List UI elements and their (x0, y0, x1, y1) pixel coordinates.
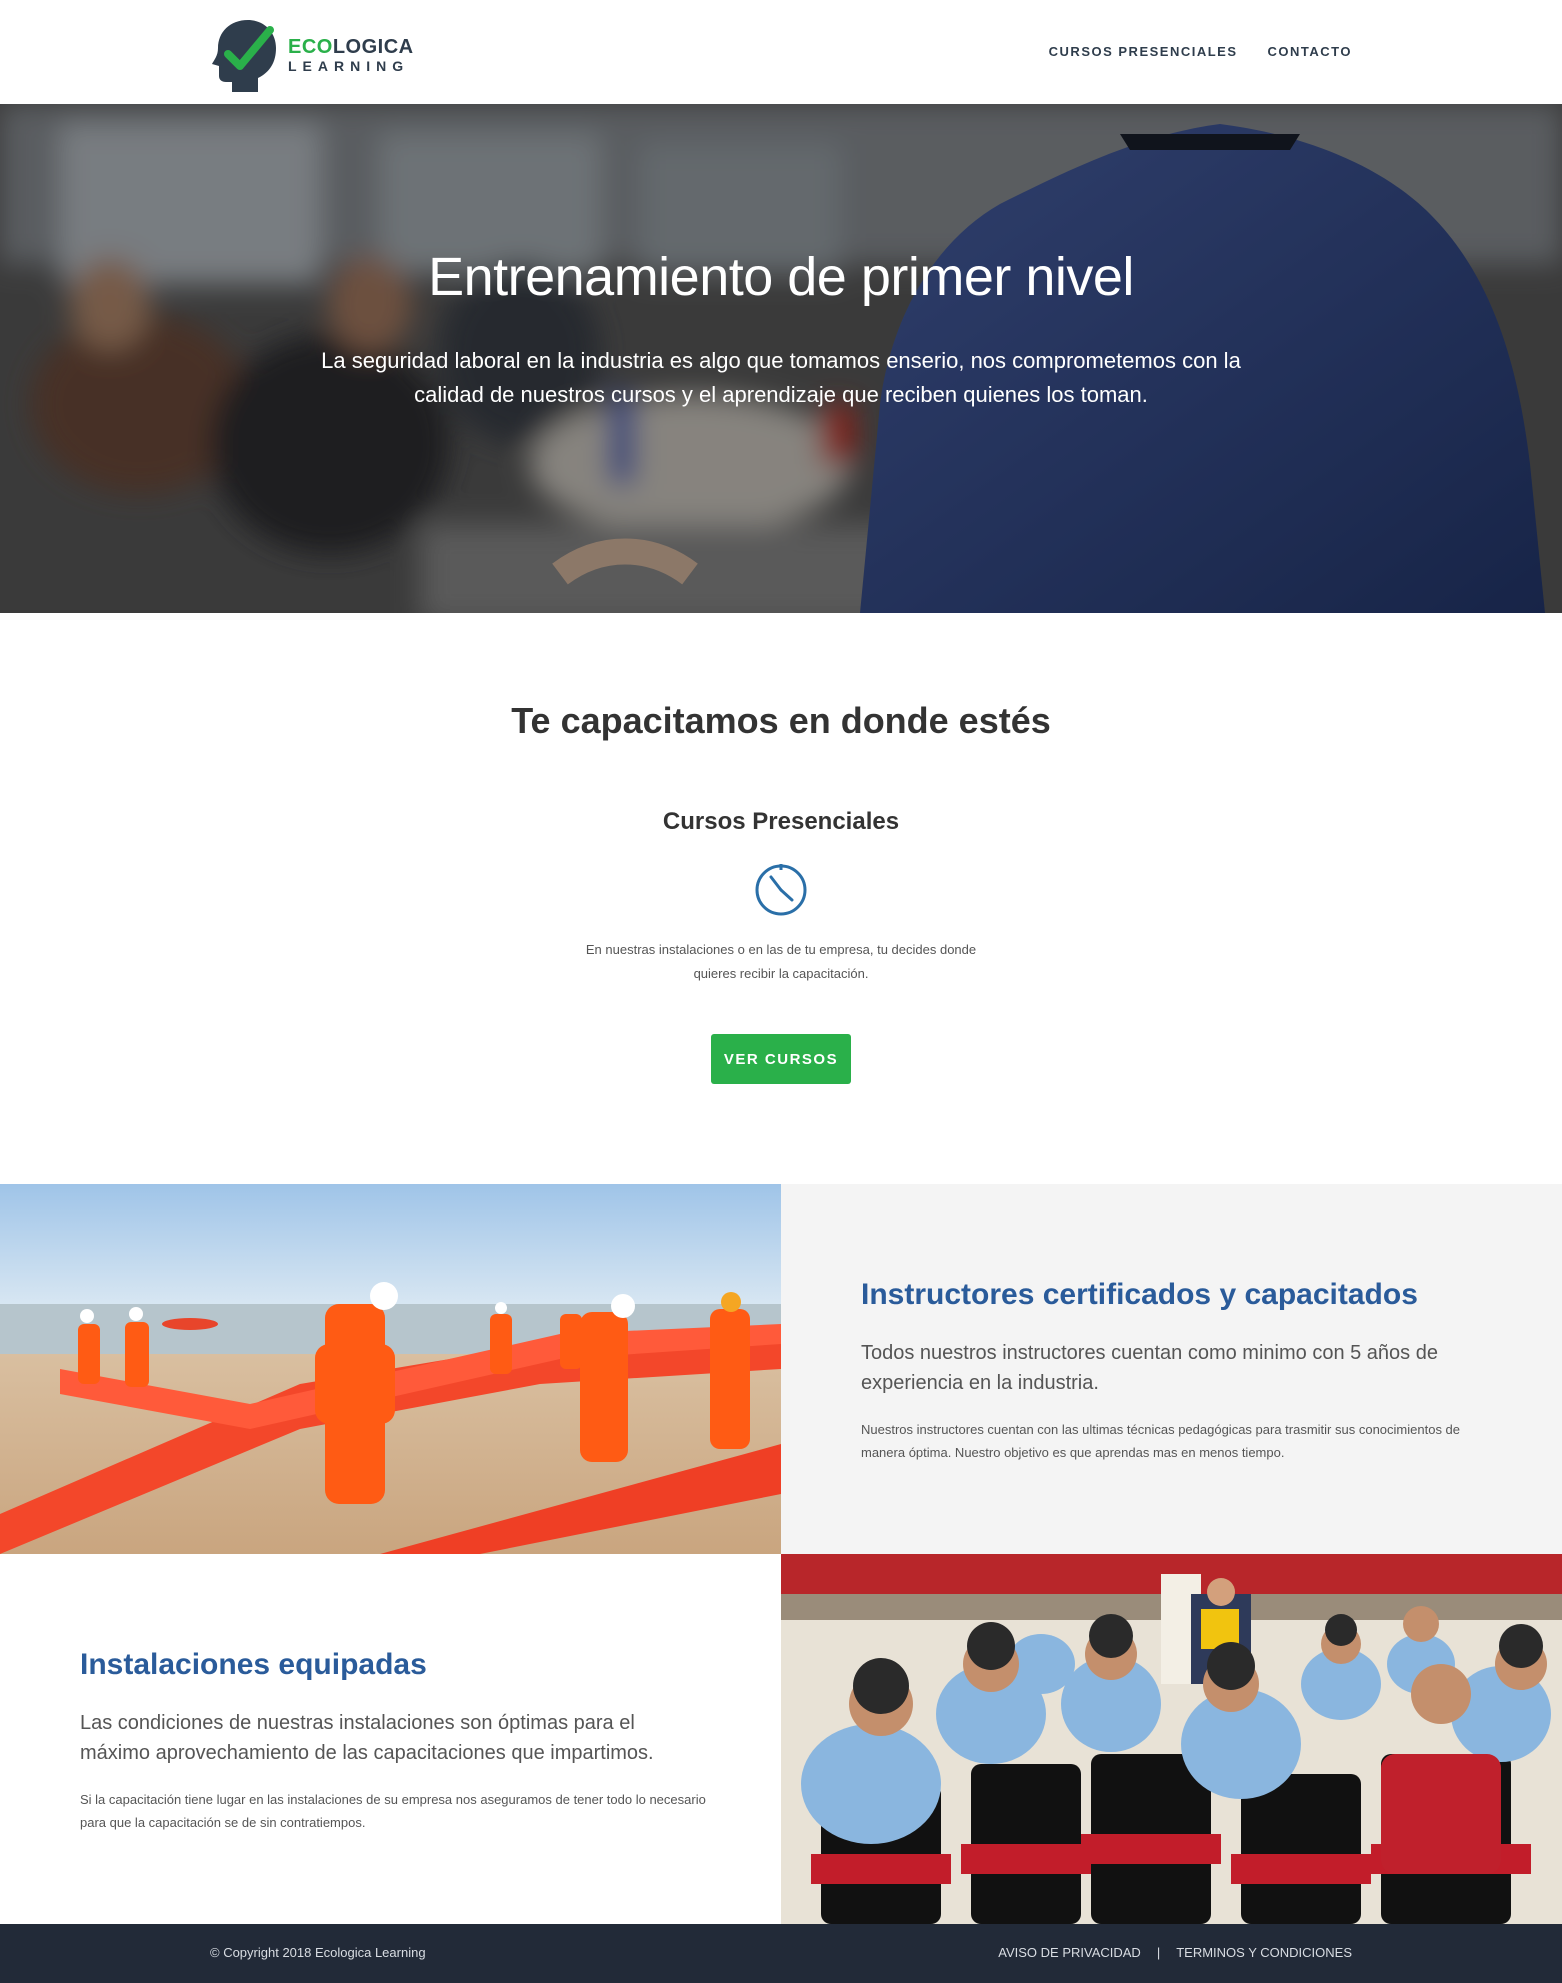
logo-logica: LOGICA (332, 36, 414, 58)
facilities-lead: Las condiciones de nuestras instalacione… (80, 1712, 654, 1764)
footer-separator: | (1156, 1945, 1161, 1960)
hero-banner: Entrenamiento de primer nivel La segurid… (0, 104, 1562, 613)
head-check-logo-icon (212, 20, 276, 92)
instructors-text: Nuestros instructores cuentan con las ul… (861, 1422, 1461, 1460)
main-nav: CURSOS PRESENCIALES CONTACTO (1049, 44, 1352, 59)
course-type-title: Cursos Presenciales (662, 808, 900, 835)
logo-learning: LEARNING (288, 58, 410, 74)
footer-links: AVISO DE PRIVACIDAD | TERMINOS Y CONDICI… (998, 1945, 1352, 1960)
privacy-link[interactable]: AVISO DE PRIVACIDAD (998, 1945, 1141, 1960)
nav-contacto[interactable]: CONTACTO (1268, 44, 1352, 59)
logo-eco: ECO (288, 36, 333, 58)
classroom-image (781, 1554, 1562, 1924)
site-footer: © Copyright 2018 Ecologica Learning AVIS… (0, 1924, 1562, 1983)
logo[interactable]: ECOLOGICA LEARNING (210, 16, 414, 94)
hero-description: La seguridad laboral en la industria es … (321, 348, 1241, 407)
instructors-lead: Todos nuestros instructores cuentan como… (861, 1342, 1438, 1394)
logo-text: ECOLOGICA LEARNING (288, 36, 414, 74)
workers-beach-image (0, 1184, 781, 1554)
instructors-title: Instructores certificados y capacitados (861, 1278, 1418, 1311)
facilities-text: Si la capacitación tiene lugar en las in… (80, 1792, 706, 1830)
instructors-panel: Instructores certificados y capacitados … (781, 1184, 1562, 1554)
course-type-description: En nuestras instalaciones o en las de tu… (585, 942, 977, 981)
stopwatch-icon (755, 864, 807, 916)
site-header: ECOLOGICA LEARNING CURSOS PRESENCIALES C… (0, 0, 1562, 104)
terms-link[interactable]: TERMINOS Y CONDICIONES (1176, 1945, 1352, 1960)
classroom-photo (781, 1554, 1562, 1924)
copyright-text: © Copyright 2018 Ecologica Learning (210, 1945, 426, 1960)
nav-cursos-presenciales[interactable]: CURSOS PRESENCIALES (1049, 44, 1238, 59)
facilities-panel: Instalaciones equipadas Las condiciones … (0, 1554, 781, 1924)
section-title: Te capacitamos en donde estés (511, 700, 1051, 741)
ver-cursos-button[interactable]: VER CURSOS (711, 1034, 851, 1084)
hero-title: Entrenamiento de primer nivel (428, 247, 1134, 307)
facilities-title: Instalaciones equipadas (80, 1648, 427, 1681)
oil-spill-training-photo (0, 1184, 781, 1554)
